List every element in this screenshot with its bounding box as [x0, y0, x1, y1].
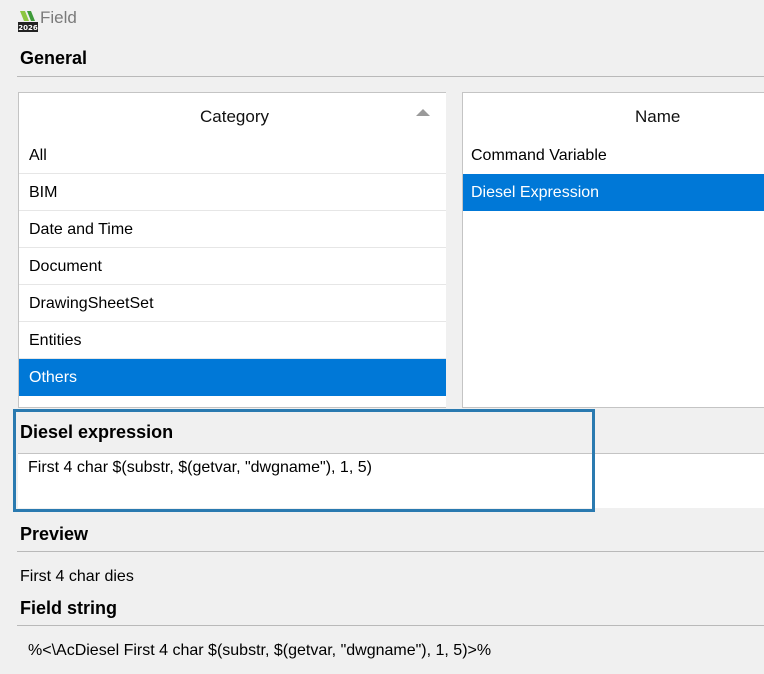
- category-item-all[interactable]: All: [19, 137, 450, 174]
- name-item-diesel-expression[interactable]: Diesel Expression: [463, 174, 764, 211]
- general-divider: [17, 76, 764, 77]
- field-string-divider: [17, 625, 764, 626]
- category-scrollbar[interactable]: [446, 92, 452, 408]
- preview-divider: [17, 551, 764, 552]
- general-heading: General: [20, 48, 88, 68]
- category-column-header[interactable]: Category: [19, 93, 450, 137]
- field-string-heading: Field string: [20, 598, 118, 618]
- field-string-value: %<\AcDiesel First 4 char $(substr, $(get…: [28, 642, 492, 659]
- name-item-command-variable[interactable]: Command Variable: [463, 137, 764, 174]
- title-bar: 2026 Field: [0, 0, 764, 42]
- category-item-drawingsheetset[interactable]: DrawingSheetSet: [19, 285, 450, 322]
- annotation-highlight-box: [13, 409, 595, 512]
- category-header-label: Category: [200, 107, 269, 126]
- category-item-bim[interactable]: BIM: [19, 174, 450, 211]
- preview-heading: Preview: [20, 524, 89, 544]
- category-item-date-and-time[interactable]: Date and Time: [19, 211, 450, 248]
- icon-badge-text: 2026: [18, 24, 38, 32]
- category-item-entities[interactable]: Entities: [19, 322, 450, 359]
- name-column-header[interactable]: Name: [463, 93, 764, 137]
- category-item-document[interactable]: Document: [19, 248, 450, 285]
- category-item-others[interactable]: Others: [19, 359, 450, 396]
- name-list[interactable]: Name Command Variable Diesel Expression: [462, 92, 764, 408]
- window-title: Field: [40, 8, 77, 27]
- autocad-2026-icon: 2026: [18, 11, 38, 32]
- category-list[interactable]: Category All BIM Date and Time Document …: [18, 92, 451, 408]
- preview-value: First 4 char dies: [20, 568, 134, 585]
- name-header-label: Name: [635, 107, 681, 126]
- sort-ascending-icon: [416, 109, 430, 116]
